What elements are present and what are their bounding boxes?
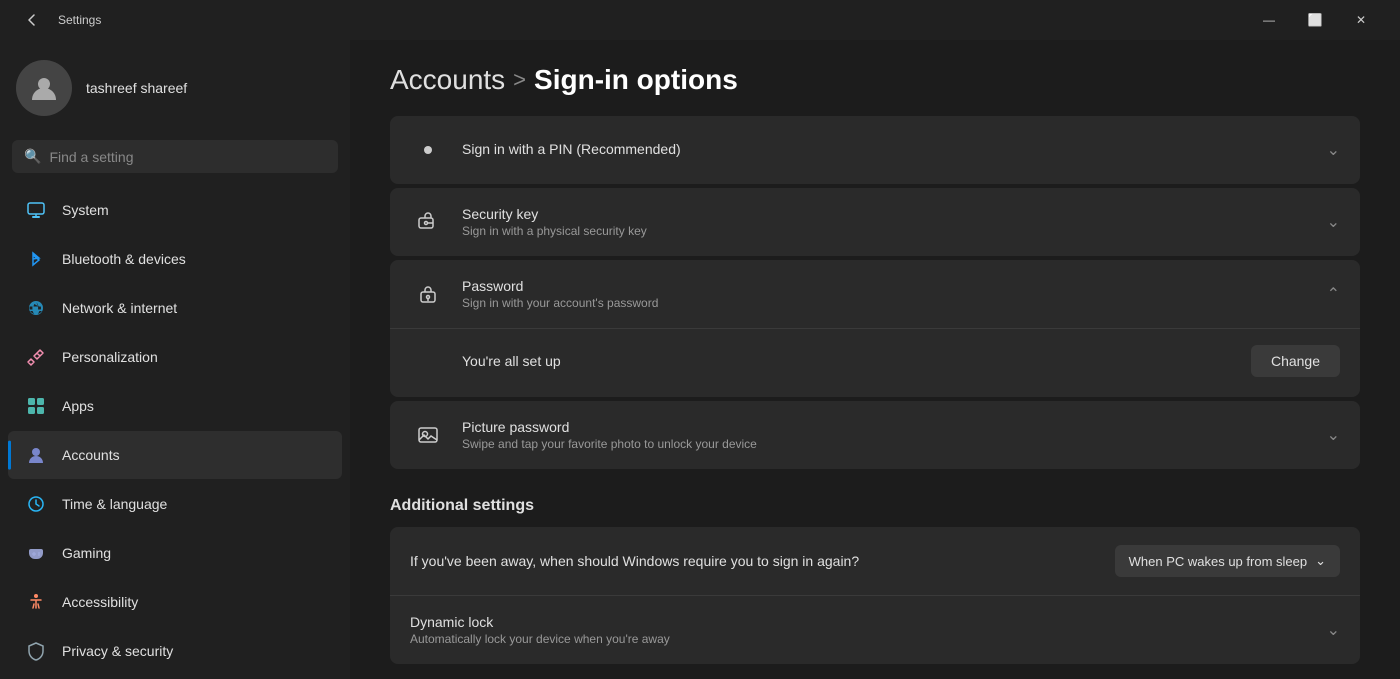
additional-settings-title: Additional settings bbox=[350, 473, 1400, 527]
sidebar-item-system[interactable]: System bbox=[8, 186, 342, 234]
picture-password-desc: Swipe and tap your favorite photo to unl… bbox=[462, 437, 1311, 451]
sidebar-item-personalization-label: Personalization bbox=[62, 349, 158, 365]
sidebar-item-time-label: Time & language bbox=[62, 496, 167, 512]
user-name: tashreef shareef bbox=[86, 80, 187, 96]
nav-list: System Bluetooth & devices Network & int… bbox=[0, 185, 350, 676]
picture-password-title: Picture password bbox=[462, 419, 1311, 435]
dynamic-lock-text: Dynamic lock Automatically lock your dev… bbox=[410, 614, 1311, 646]
sidebar-item-bluetooth[interactable]: Bluetooth & devices bbox=[8, 235, 342, 283]
away-signin-question: If you've been away, when should Windows… bbox=[410, 553, 1099, 569]
window-controls: — ⬜ ✕ bbox=[1246, 0, 1384, 40]
password-card: Password Sign in with your account's pas… bbox=[390, 260, 1360, 397]
password-icon bbox=[410, 276, 446, 312]
app-title: Settings bbox=[58, 13, 101, 27]
accessibility-icon bbox=[24, 590, 48, 614]
back-button[interactable] bbox=[16, 4, 48, 36]
sidebar: tashreef shareef 🔍 System Bluetooth & de… bbox=[0, 40, 350, 679]
picture-password-text: Picture password Swipe and tap your favo… bbox=[462, 419, 1311, 451]
accounts-icon bbox=[24, 443, 48, 467]
additional-settings-card: If you've been away, when should Windows… bbox=[390, 527, 1360, 664]
password-status: You're all set up bbox=[462, 353, 561, 369]
user-profile: tashreef shareef bbox=[0, 40, 350, 132]
away-dropdown-label: When PC wakes up from sleep bbox=[1129, 554, 1307, 569]
settings-section: Sign in with a PIN (Recommended) ⌄ Secur… bbox=[350, 116, 1400, 469]
breadcrumb-current: Sign-in options bbox=[534, 64, 738, 96]
sidebar-item-network-label: Network & internet bbox=[62, 300, 177, 316]
sidebar-item-system-label: System bbox=[62, 202, 109, 218]
security-key-title: Security key bbox=[462, 206, 1311, 222]
sidebar-item-privacy-label: Privacy & security bbox=[62, 643, 173, 659]
picture-password-chevron: ⌄ bbox=[1327, 425, 1340, 445]
sidebar-item-gaming-label: Gaming bbox=[62, 545, 111, 561]
privacy-icon bbox=[24, 639, 48, 663]
gaming-icon bbox=[24, 541, 48, 565]
dynamic-lock-title: Dynamic lock bbox=[410, 614, 1311, 630]
dynamic-lock-desc: Automatically lock your device when you'… bbox=[410, 632, 1311, 646]
apps-icon bbox=[24, 394, 48, 418]
sidebar-item-privacy[interactable]: Privacy & security bbox=[8, 627, 342, 675]
password-text: Password Sign in with your account's pas… bbox=[462, 278, 1311, 310]
breadcrumb: Accounts > Sign-in options bbox=[390, 64, 1360, 96]
picture-password-icon bbox=[410, 417, 446, 453]
away-dropdown-chevron: ⌄ bbox=[1315, 553, 1326, 569]
sidebar-item-gaming[interactable]: Gaming bbox=[8, 529, 342, 577]
security-key-card[interactable]: Security key Sign in with a physical sec… bbox=[390, 188, 1360, 256]
titlebar: Settings — ⬜ ✕ bbox=[0, 0, 1400, 40]
sidebar-item-accounts[interactable]: Accounts bbox=[8, 431, 342, 479]
away-signin-row: If you've been away, when should Windows… bbox=[390, 527, 1360, 596]
sidebar-item-apps[interactable]: Apps bbox=[8, 382, 342, 430]
password-row[interactable]: Password Sign in with your account's pas… bbox=[390, 260, 1360, 329]
pin-chevron: ⌄ bbox=[1327, 140, 1340, 160]
search-box[interactable]: 🔍 bbox=[12, 140, 338, 173]
sidebar-item-personalization[interactable]: Personalization bbox=[8, 333, 342, 381]
minimize-button[interactable]: — bbox=[1246, 0, 1292, 40]
password-chevron: ⌃ bbox=[1327, 284, 1340, 304]
security-key-row[interactable]: Security key Sign in with a physical sec… bbox=[390, 188, 1360, 256]
password-title: Password bbox=[462, 278, 1311, 294]
personalization-icon bbox=[24, 345, 48, 369]
password-change-button[interactable]: Change bbox=[1251, 345, 1340, 377]
bluetooth-icon bbox=[24, 247, 48, 271]
pin-card[interactable]: Sign in with a PIN (Recommended) ⌄ bbox=[390, 116, 1360, 184]
sidebar-item-accounts-label: Accounts bbox=[62, 447, 120, 463]
sidebar-item-time[interactable]: Time & language bbox=[8, 480, 342, 528]
pin-title: Sign in with a PIN (Recommended) bbox=[462, 141, 681, 157]
search-icon: 🔍 bbox=[24, 148, 41, 165]
avatar bbox=[16, 60, 72, 116]
pin-dot-icon bbox=[410, 132, 446, 168]
security-key-icon bbox=[410, 204, 446, 240]
search-input[interactable] bbox=[49, 149, 326, 165]
security-key-text: Security key Sign in with a physical sec… bbox=[462, 206, 1311, 238]
away-dropdown[interactable]: When PC wakes up from sleep ⌄ bbox=[1115, 545, 1340, 577]
breadcrumb-separator: > bbox=[513, 67, 526, 93]
breadcrumb-parent[interactable]: Accounts bbox=[390, 64, 505, 96]
sidebar-item-accessibility-label: Accessibility bbox=[62, 594, 138, 610]
picture-password-card[interactable]: Picture password Swipe and tap your favo… bbox=[390, 401, 1360, 469]
pin-text: Sign in with a PIN (Recommended) bbox=[462, 141, 1311, 159]
time-icon bbox=[24, 492, 48, 516]
security-key-chevron: ⌄ bbox=[1327, 212, 1340, 232]
password-expanded-content: You're all set up Change bbox=[390, 329, 1360, 397]
sidebar-item-accessibility[interactable]: Accessibility bbox=[8, 578, 342, 626]
app-body: tashreef shareef 🔍 System Bluetooth & de… bbox=[0, 40, 1400, 679]
security-key-desc: Sign in with a physical security key bbox=[462, 224, 1311, 238]
sidebar-item-network[interactable]: Network & internet bbox=[8, 284, 342, 332]
sidebar-item-apps-label: Apps bbox=[62, 398, 94, 414]
system-icon bbox=[24, 198, 48, 222]
content-area: Accounts > Sign-in options Sign in with … bbox=[350, 40, 1400, 679]
sidebar-item-bluetooth-label: Bluetooth & devices bbox=[62, 251, 186, 267]
picture-password-row[interactable]: Picture password Swipe and tap your favo… bbox=[390, 401, 1360, 469]
dynamic-lock-chevron: ⌄ bbox=[1327, 620, 1340, 640]
content-header: Accounts > Sign-in options bbox=[350, 40, 1400, 116]
password-desc: Sign in with your account's password bbox=[462, 296, 1311, 310]
maximize-button[interactable]: ⬜ bbox=[1292, 0, 1338, 40]
close-button[interactable]: ✕ bbox=[1338, 0, 1384, 40]
dynamic-lock-row[interactable]: Dynamic lock Automatically lock your dev… bbox=[390, 596, 1360, 664]
network-icon bbox=[24, 296, 48, 320]
pin-row[interactable]: Sign in with a PIN (Recommended) ⌄ bbox=[390, 116, 1360, 184]
